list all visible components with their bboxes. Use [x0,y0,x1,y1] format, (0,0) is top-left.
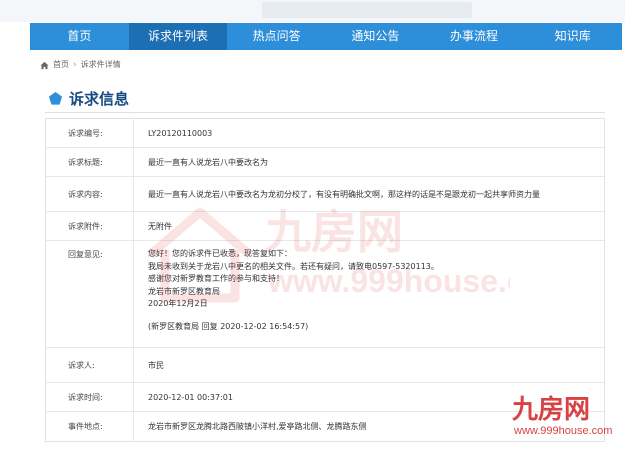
reply-line: 2020年12月2日 [148,299,208,308]
breadcrumb: 首页 › 诉求件详情 [40,59,121,71]
field-label: 回复意见: [46,241,134,347]
field-label: 诉求附件: [46,212,134,240]
nav-item-knowledge[interactable]: 知识库 [523,23,622,50]
home-icon [40,61,49,69]
table-row: 回复意见: 您好！您的诉求件已收悉，现答复如下： 我局未收到关于龙岩八中更名的相… [46,241,604,348]
pentagon-icon [48,91,63,105]
table-row: 诉求编号: LY20120110003 [46,119,604,148]
reply-signature: (新罗区教育局 回复 2020-12-02 16:54:57) [148,321,309,331]
table-row: 诉求人: 市民 [46,348,604,383]
field-label: 诉求人: [46,348,134,382]
nav-item-hot-qa[interactable]: 热点问答 [227,23,326,50]
field-label: 诉求时间: [46,383,134,411]
page-title: 诉求信息 [69,90,130,108]
reply-line: 感谢您对新罗教育工作的参与和支持！ [148,274,284,283]
reply-line: 我局未收到关于龙岩八中更名的相关文件。若还有疑问，请致电0597-5320113… [148,261,439,271]
table-row: 诉求附件: 无附件 [46,212,604,241]
request-title-value: 最近一直有人说龙岩八中要改名为 [148,158,268,167]
nav-item-request-list[interactable]: 诉求件列表 [128,23,228,50]
table-row: 诉求内容: 最近一直有人说龙岩八中要改名为龙初分校了，有没有明确批文啊，那这样的… [46,177,604,212]
field-label: 事件地点: [46,412,134,441]
table-row: 诉求时间: 2020-12-01 00:37:01 [46,383,604,412]
request-content-value: 最近一直有人说龙岩八中要改名为龙初分校了，有没有明确批文啊，那这样的话是不是跟龙… [148,190,540,199]
reply-content: 您好！您的诉求件已收悉，现答复如下： 我局未收到关于龙岩八中更名的相关文件。若还… [134,241,604,347]
table-row: 诉求标题: 最近一直有人说龙岩八中要改名为 [46,148,604,177]
top-banner-strip [0,0,625,22]
request-detail-table: 诉求编号: LY20120110003 诉求标题: 最近一直有人说龙岩八中要改名… [45,118,605,442]
title-divider [45,112,605,113]
field-label: 诉求内容: [46,177,134,211]
nav-item-home[interactable]: 首页 [30,23,129,50]
reply-line: 龙岩市新罗区教育局 [148,286,220,296]
requester-value: 市民 [148,361,164,370]
request-time-value: 2020-12-01 00:37:01 [148,393,233,402]
field-label: 诉求编号: [46,119,134,147]
request-attachment-value: 无附件 [148,222,172,231]
nav-item-notices[interactable]: 通知公告 [326,23,425,50]
breadcrumb-home-link[interactable]: 首页 [53,59,69,71]
request-code-value: LY20120110003 [148,129,213,138]
reply-line: 您好！您的诉求件已收悉，现答复如下： [148,249,292,258]
event-location-value: 龙岩市新罗区龙腾北路西陂镇小洋村,爱亭路北侧、龙腾路东侧 [148,422,367,431]
banner-placeholder [262,2,472,18]
nav-item-procedures[interactable]: 办事流程 [425,23,524,50]
table-row: 事件地点: 龙岩市新罗区龙腾北路西陂镇小洋村,爱亭路北侧、龙腾路东侧 [46,412,604,441]
chevron-right-icon: › [73,60,77,70]
section-header: 诉求信息 [48,88,129,109]
breadcrumb-current: 诉求件详情 [80,60,121,69]
field-label: 诉求标题: [46,148,134,176]
main-nav: 首页 诉求件列表 热点问答 通知公告 办事流程 知识库 [30,23,622,50]
